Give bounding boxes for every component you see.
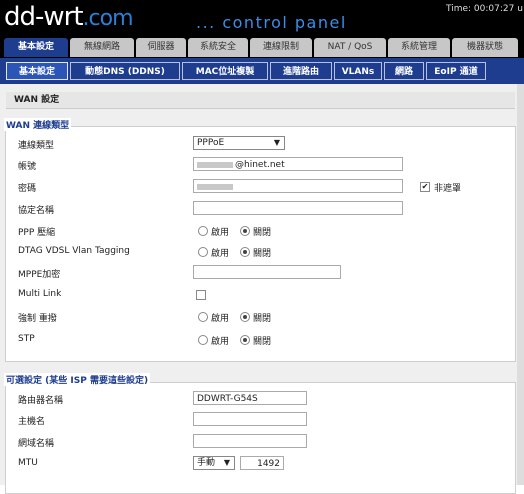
hostname-row: 主機名 <box>18 412 418 428</box>
reconnect-disable-radio[interactable] <box>240 312 250 322</box>
multilink-label: Multi Link <box>18 289 62 299</box>
mtu-mode-value: 手動 <box>197 458 216 468</box>
enable-label: 啟用 <box>211 249 230 259</box>
ppp-compression-disable-radio[interactable] <box>240 226 250 236</box>
dtag-disable-radio[interactable] <box>240 247 250 257</box>
ddwrt-logo: dd-wrt.com <box>4 0 134 36</box>
router-name-field[interactable]: DDWRT-G54S <box>193 391 307 405</box>
tab-access-restrictions[interactable]: 連線限制 <box>250 38 312 57</box>
service-name-row: 協定名稱 <box>18 201 418 217</box>
tab-setup[interactable]: 基本設定 <box>4 38 68 57</box>
control-panel-subtitle: ... control panel <box>196 13 347 32</box>
service-name-label: 協定名稱 <box>18 206 55 216</box>
ppp-compression-label: PPP 壓縮 <box>18 228 56 238</box>
router-name-label: 路由器名稱 <box>18 396 64 406</box>
username-label: 帳號 <box>18 162 37 172</box>
disable-label: 關閉 <box>253 337 272 347</box>
force-reconnect-label: 強制 重撥 <box>18 314 57 324</box>
dtag-row: DTAG VDSL Vlan Tagging 啟用 關閉 <box>18 244 418 260</box>
tab-status[interactable]: 機器狀態 <box>452 38 518 57</box>
tab-administration[interactable]: 系統管理 <box>388 38 450 57</box>
enable-label: 啟用 <box>211 228 230 238</box>
unmask-label: 非遮罩 <box>434 184 462 194</box>
tab-services[interactable]: 伺服器 <box>136 38 186 57</box>
chevron-down-icon: ▼ <box>273 138 280 147</box>
conn-type-row: 連線類型 PPPoE ▼ <box>18 136 418 152</box>
logo-suffix: .com <box>82 6 134 31</box>
subtab-vlans[interactable]: VLANs <box>334 62 382 80</box>
disable-label: 關閉 <box>253 314 272 324</box>
ppp-compression-row: PPP 壓縮 啟用 關閉 <box>18 223 418 239</box>
page-scrollbar[interactable] <box>517 84 524 485</box>
unmask-checkbox[interactable]: ✔ <box>420 182 430 192</box>
username-value: @hinet.net <box>235 160 285 170</box>
force-reconnect-row: 強制 重撥 啟用 關閉 <box>18 309 418 325</box>
ppp-compression-enable-radio[interactable] <box>198 226 208 236</box>
password-field[interactable] <box>193 179 403 193</box>
multilink-checkbox[interactable] <box>196 290 206 300</box>
conn-type-select[interactable]: PPPoE ▼ <box>193 136 285 150</box>
tab-security[interactable]: 系統安全 <box>188 38 248 57</box>
stp-disable-radio[interactable] <box>240 335 250 345</box>
subtab-advanced-routing[interactable]: 進階路由 <box>270 62 332 80</box>
stp-enable-radio[interactable] <box>198 335 208 345</box>
mtu-value-field[interactable]: 1492 <box>240 456 284 470</box>
page-title: WAN 設定 <box>6 92 515 109</box>
optional-section-legend: 可選設定 (某些 ISP 需要這些設定) <box>4 373 151 386</box>
hostname-field[interactable] <box>193 412 307 426</box>
content-panel: WAN 設定 WAN 連線類型 連線類型 PPPoE ▼ 帳號 @hinet.ne… <box>0 84 524 494</box>
enable-label: 啟用 <box>211 314 230 324</box>
stp-label: STP <box>18 334 35 344</box>
wan-section-legend: WAN 連線類型 <box>4 118 72 131</box>
username-row: 帳號 @hinet.net <box>18 157 418 173</box>
service-name-field[interactable] <box>193 201 403 215</box>
domain-name-field[interactable] <box>193 434 307 448</box>
conn-type-label: 連線類型 <box>18 141 55 151</box>
domain-name-label: 網域名稱 <box>18 439 55 449</box>
conn-type-value: PPPoE <box>197 138 225 148</box>
disable-label: 關閉 <box>253 228 272 238</box>
subtab-networking[interactable]: 網路 <box>384 62 424 80</box>
sub-tab-bar: 基本設定 動態DNS (DDNS) MAC位址複製 進階路由 VLANs 網路 … <box>0 58 524 84</box>
tab-wireless[interactable]: 無線網路 <box>70 38 134 57</box>
mppe-label: MPPE加密 <box>18 270 61 280</box>
domain-name-row: 網域名稱 <box>18 434 418 450</box>
router-name-row: 路由器名稱 DDWRT-G54S <box>18 391 418 407</box>
subtab-mac-clone[interactable]: MAC位址複製 <box>182 62 268 80</box>
mppe-field[interactable] <box>193 265 341 279</box>
disable-label: 關閉 <box>253 249 272 259</box>
password-label: 密碼 <box>18 184 37 194</box>
subtab-ddns[interactable]: 動態DNS (DDNS) <box>70 62 180 80</box>
dtag-enable-radio[interactable] <box>198 247 208 257</box>
header-bar: dd-wrt.com ... control panel Time: 00:07… <box>0 0 524 36</box>
mppe-row: MPPE加密 <box>18 265 418 281</box>
reconnect-enable-radio[interactable] <box>198 312 208 322</box>
time-readout: Time: 00:07:27 u <box>446 4 523 14</box>
enable-label: 啟用 <box>211 337 230 347</box>
username-field[interactable]: @hinet.net <box>193 157 403 171</box>
mtu-mode-select[interactable]: 手動 ▼ <box>193 456 235 470</box>
subtab-eoip[interactable]: EoIP 通道 <box>426 62 486 80</box>
mtu-value: 1492 <box>257 459 280 469</box>
hostname-label: 主機名 <box>18 417 46 427</box>
router-name-value: DDWRT-G54S <box>197 394 258 404</box>
logo-main: dd-wrt <box>4 2 84 32</box>
chevron-down-icon: ▼ <box>223 458 230 467</box>
dtag-label: DTAG VDSL Vlan Tagging <box>18 246 130 256</box>
password-row: 密碼 ✔ 非遮罩 <box>18 179 498 195</box>
multilink-row: Multi Link <box>18 287 418 303</box>
mtu-row: MTU 手動 ▼ 1492 <box>18 456 418 472</box>
stp-row: STP 啟用 關閉 <box>18 332 418 348</box>
main-tab-bar: 基本設定 無線網路 伺服器 系統安全 連線限制 NAT / QoS 系統管理 機… <box>0 36 524 58</box>
mtu-label: MTU <box>18 458 38 468</box>
redacted-text <box>197 183 233 190</box>
redacted-text <box>197 161 233 168</box>
subtab-basic-setup[interactable]: 基本設定 <box>6 62 68 80</box>
tab-nat-qos[interactable]: NAT / QoS <box>314 38 386 57</box>
